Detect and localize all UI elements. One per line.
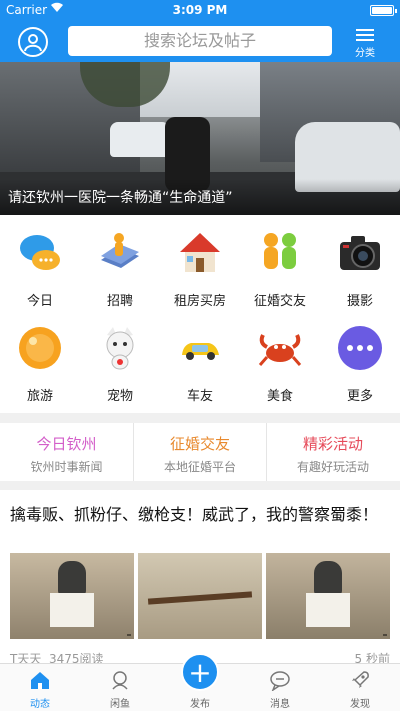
article-thumbnail[interactable] [266, 553, 390, 639]
publish-button[interactable]: + [181, 653, 219, 691]
menu-icon [352, 29, 378, 41]
channel-subtitle: 钦州时事新闻 [30, 460, 103, 474]
channel-subtitle: 有趣好玩活动 [296, 460, 369, 474]
home-icon [31, 672, 49, 689]
more-dots-icon [338, 326, 382, 370]
crab-icon [258, 334, 302, 366]
message-icon [270, 671, 290, 691]
grid-label: 旅游 [26, 389, 53, 404]
feed-article[interactable]: 擒毒贩、抓粉仔、缴枪支！威武了，我的警察蜀黍！ T天天 3475阅读 5 秒前 [0, 490, 400, 670]
tab-label: 闲鱼 [110, 699, 130, 710]
grid-item-dating[interactable]: 征婚交友 [240, 215, 320, 309]
channel-events[interactable]: 精彩活动 有趣好玩活动 [266, 423, 399, 481]
grid-item-food[interactable]: 美食 [240, 310, 320, 404]
category-menu-label: 分类 [355, 48, 375, 59]
grid-item-pets[interactable]: 宠物 [80, 310, 160, 404]
watermark [383, 634, 387, 636]
channel-title: 征婚交友 [169, 435, 230, 453]
grid-label: 摄影 [346, 294, 373, 309]
grid-label: 宠物 [106, 389, 133, 404]
tab-secondhand[interactable]: 闲鱼 [80, 664, 160, 711]
car-icon [182, 343, 219, 360]
speech-bubbles-icon [20, 235, 60, 270]
clock: 3:09 PM [172, 3, 228, 17]
user-icon [24, 34, 42, 52]
cat-icon [106, 327, 134, 370]
fish-icon [112, 671, 128, 690]
grid-label: 租房买房 [173, 294, 226, 309]
grid-label: 美食 [266, 389, 293, 404]
tab-label: 动态 [30, 699, 50, 710]
channel-subtitle: 本地征婚平台 [163, 460, 236, 474]
camera-icon [340, 236, 380, 270]
books-person-icon [101, 233, 139, 268]
category-grid: 今日 招聘 租房买房 征婚交友 摄影 旅游 宠物 车友 美食 更多 [0, 215, 400, 413]
grid-item-jobs[interactable]: 招聘 [80, 215, 160, 309]
tab-label: 发布 [190, 699, 210, 710]
grid-item-photography[interactable]: 摄影 [320, 215, 400, 309]
grid-label: 更多 [346, 389, 373, 404]
grid-item-travel[interactable]: 旅游 [0, 310, 80, 404]
tab-discover[interactable]: 发现 [320, 664, 400, 711]
tab-label: 发现 [350, 699, 370, 710]
header-bar: Carrier 3:09 PM 搜索论坛及帖子 分类 [0, 0, 400, 62]
channel-title: 今日钦州 [36, 435, 97, 453]
grid-item-today[interactable]: 今日 [0, 215, 80, 309]
grid-item-housing[interactable]: 租房买房 [160, 215, 240, 309]
article-title: 擒毒贩、抓粉仔、缴枪支！威武了，我的警察蜀黍！ [10, 505, 379, 524]
user-avatar-button[interactable] [18, 27, 48, 57]
couple-icon [264, 233, 296, 269]
article-thumbnail[interactable] [10, 553, 134, 639]
category-menu-button[interactable]: 分类 [352, 26, 378, 59]
rocket-icon [352, 671, 369, 688]
tab-feed[interactable]: 动态 [0, 664, 80, 711]
banner-carousel[interactable]: 请还钦州一医院一条畅通“生命通道” [0, 62, 400, 215]
grid-label: 今日 [26, 294, 53, 309]
channel-title: 精彩活动 [302, 435, 363, 453]
grid-label: 征婚交友 [253, 294, 306, 309]
orange-ball-icon [19, 327, 61, 369]
banner-caption: 请还钦州一医院一条畅通“生命通道” [0, 179, 400, 215]
watermark [127, 634, 131, 636]
tab-label: 消息 [270, 699, 290, 710]
grid-label: 车友 [186, 389, 213, 404]
article-thumbnail[interactable] [138, 553, 262, 639]
channel-dating[interactable]: 征婚交友 本地征婚平台 [133, 423, 266, 481]
battery-icon [370, 5, 397, 16]
status-bar: Carrier 3:09 PM [0, 0, 400, 20]
house-icon [180, 233, 220, 272]
search-input[interactable]: 搜索论坛及帖子 [68, 26, 332, 56]
channel-today-qinzhou[interactable]: 今日钦州 钦州时事新闻 [0, 423, 133, 481]
grid-item-more[interactable]: 更多 [320, 310, 400, 404]
tab-messages[interactable]: 消息 [240, 664, 320, 711]
channel-row: 今日钦州 钦州时事新闻 征婚交友 本地征婚平台 精彩活动 有趣好玩活动 [0, 423, 400, 481]
plus-icon: + [188, 656, 212, 689]
grid-item-car-club[interactable]: 车友 [160, 310, 240, 404]
grid-label: 招聘 [106, 294, 133, 309]
